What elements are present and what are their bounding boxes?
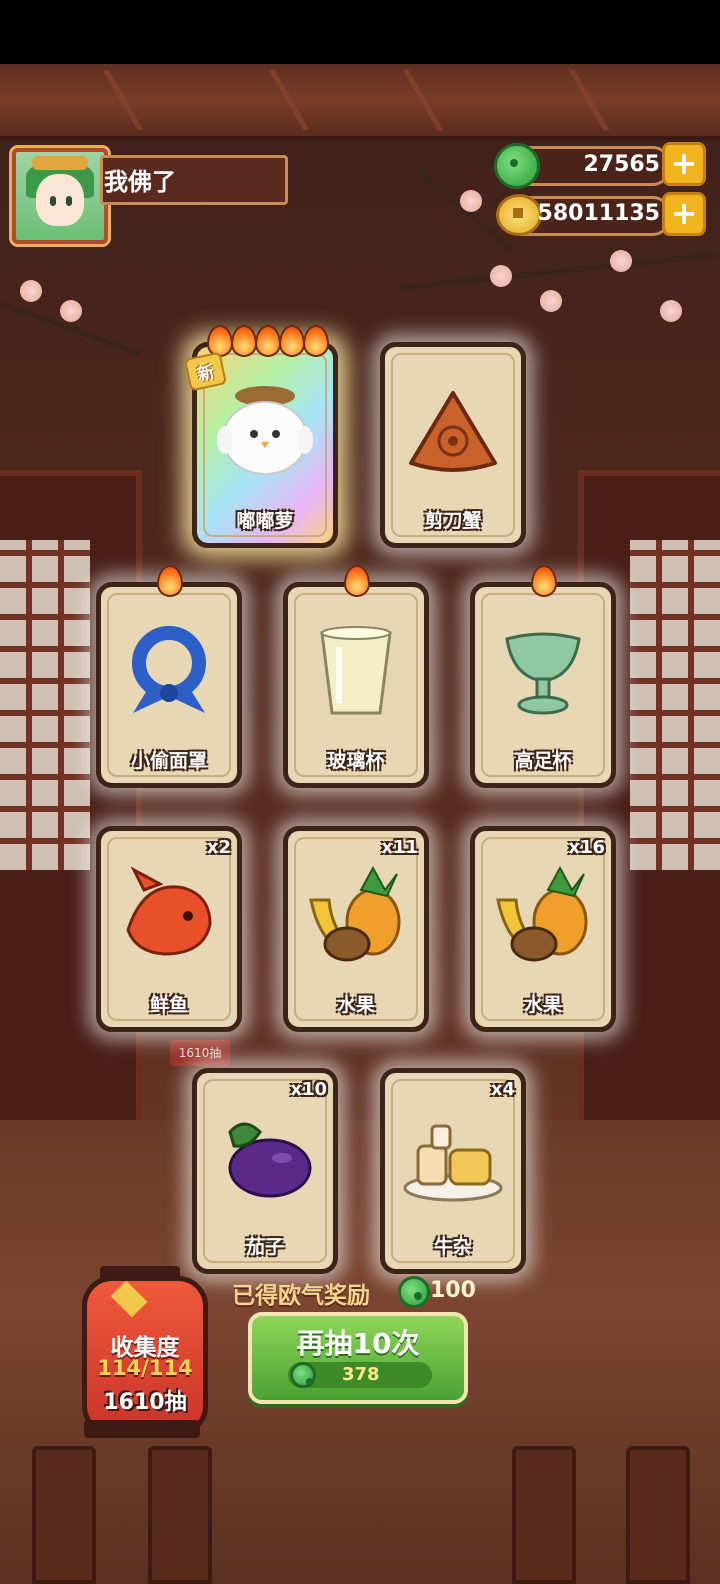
card-name: 剪刀蟹 (424, 510, 482, 532)
reward-card[interactable]: x11 水果 (283, 826, 429, 1032)
blue-bandana-icon (132, 626, 206, 713)
collection-draw-count: 1610抽 (103, 1390, 187, 1415)
background-draw-tag: 1610抽 (170, 1040, 230, 1066)
card-count: x16 (568, 837, 605, 858)
fluffy-chick-icon (217, 386, 313, 475)
luck-reward-value: 100 (430, 1278, 476, 1303)
coin-icon (496, 194, 542, 236)
jade-icon (494, 143, 540, 189)
luck-reward-label: 已得欧气奖励 (232, 1283, 370, 1309)
reward-card[interactable]: x10 茄子 (192, 1068, 338, 1274)
reward-card[interactable]: x4 牛杂 (380, 1068, 526, 1274)
eggplant-icon (228, 1122, 312, 1198)
beam-brace (402, 70, 610, 130)
flame-icon (303, 325, 329, 357)
jade-icon (290, 1362, 316, 1388)
reward-card[interactable]: 小偷面罩 (96, 565, 242, 788)
right-lattice-window (630, 540, 720, 870)
reward-card[interactable]: 新 嘟嘟萝 (183, 325, 338, 548)
blossom-icon (490, 265, 512, 287)
card-name: 茄子 (245, 1236, 284, 1258)
reward-card[interactable]: 高足杯 (470, 565, 616, 788)
card-count: x10 (290, 1079, 327, 1100)
blossom-icon (20, 280, 42, 302)
draw-cost: 378 (342, 1364, 380, 1385)
card-count: x4 (490, 1079, 515, 1100)
fence-post (512, 1446, 576, 1584)
coin-balance: 58011135 (537, 201, 660, 226)
jade-icon (398, 1276, 430, 1308)
avatar-hat (32, 156, 88, 170)
player-avatar[interactable] (12, 148, 108, 244)
card-name: 水果 (336, 994, 375, 1016)
fruit-basket-icon (496, 865, 588, 962)
collection-progress: 114/114 (97, 1356, 193, 1380)
flame-icon (231, 325, 257, 357)
flame-icon (531, 565, 557, 597)
card-count: x2 (206, 837, 231, 858)
draw-ten-label: 再抽10次 (296, 1327, 420, 1360)
blossom-icon (60, 300, 82, 322)
fence-post (626, 1446, 690, 1584)
flame-icon (207, 325, 233, 357)
left-lattice-window (0, 540, 90, 870)
beam-brace (102, 70, 310, 130)
blossom-icon (540, 290, 562, 312)
card-name: 高足杯 (514, 750, 572, 772)
card-name: 牛杂 (433, 1236, 472, 1258)
blossom-branch (399, 251, 719, 291)
reward-card[interactable]: x16 水果 (470, 826, 616, 1032)
fence-post (148, 1446, 212, 1584)
reward-card[interactable]: 玻璃杯 (283, 565, 429, 788)
fence-post (32, 1446, 96, 1584)
crab-shell-icon (409, 391, 497, 472)
card-name: 玻璃杯 (327, 750, 385, 772)
player-name: 我佛了 (104, 168, 176, 196)
card-count: x11 (381, 837, 418, 858)
blossom-icon (610, 250, 632, 272)
draw-ten-again-button[interactable]: 再抽10次 378 (248, 1312, 468, 1404)
flame-icon (255, 325, 281, 357)
goblet-icon (505, 632, 581, 715)
flame-icon (157, 565, 183, 597)
status-bar (0, 0, 720, 64)
avatar-eye (50, 196, 56, 206)
jade-balance: 27565 (583, 152, 660, 177)
lantern-base (84, 1420, 200, 1438)
fruit-basket-icon (309, 865, 401, 962)
avatar-face (36, 174, 84, 226)
glass-cup-icon (320, 626, 392, 715)
avatar-eye (66, 196, 72, 206)
add-jade-button[interactable]: + (662, 142, 706, 186)
beef-offal-plate-icon (403, 1124, 503, 1202)
card-name: 水果 (523, 994, 562, 1016)
card-name: 嘟嘟萝 (236, 510, 294, 532)
card-name: 小偷面罩 (130, 750, 207, 772)
red-fish-icon (126, 866, 212, 956)
add-coins-button[interactable]: + (662, 192, 706, 236)
flame-icon (344, 565, 370, 597)
blossom-icon (460, 190, 482, 212)
card-name: 鲜鱼 (149, 994, 188, 1016)
reward-card[interactable]: 剪刀蟹 (380, 342, 526, 548)
flame-icon (279, 325, 305, 357)
blossom-icon (660, 300, 682, 322)
reward-card[interactable]: x2 鲜鱼 (96, 826, 242, 1032)
